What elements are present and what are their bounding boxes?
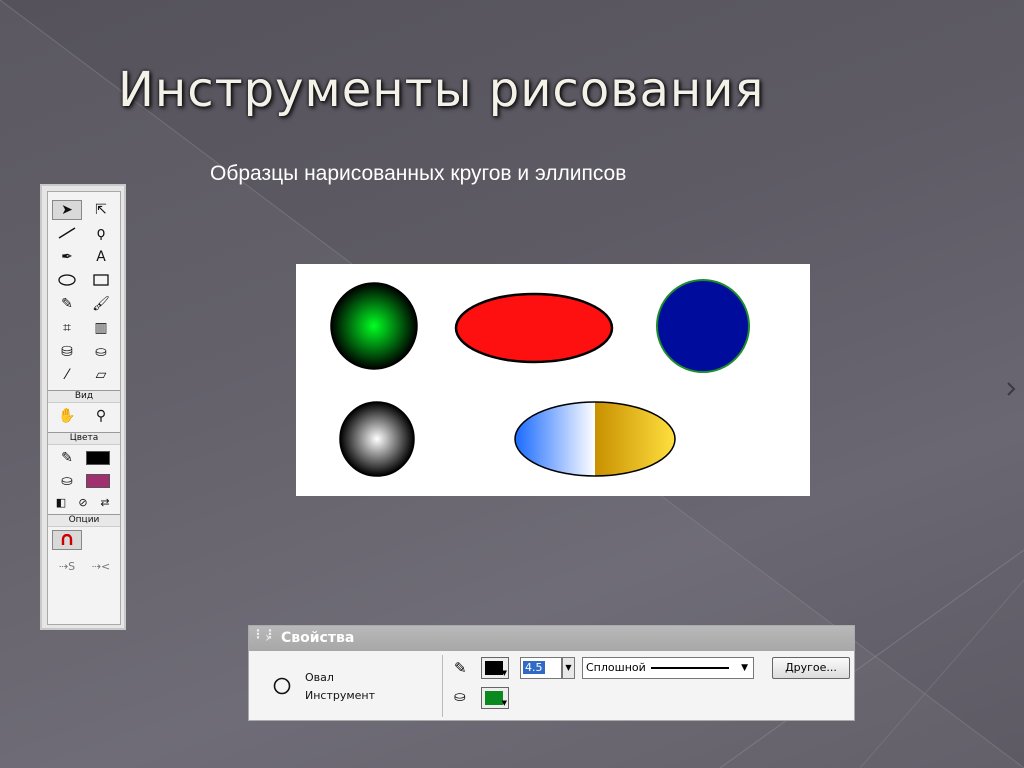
properties-title: Свойства [281, 630, 355, 646]
fill-color-swatch[interactable] [86, 474, 110, 488]
slide-title: Инструменты рисования [118, 62, 765, 118]
oval-shape-icon [273, 677, 291, 695]
fill-bucket-icon: ⛀ [61, 473, 73, 489]
properties-header[interactable]: ⋮⋮ › Свойства [249, 626, 854, 651]
fill-transform-icon[interactable]: ▥ [86, 318, 116, 338]
stroke-style-value: Сплошной [586, 661, 646, 674]
straighten-icon[interactable]: ⇢< [86, 556, 116, 576]
paint-bucket-icon[interactable]: ⛀ [86, 342, 116, 362]
colors-section-label: Цвета [48, 432, 120, 445]
ink-bottle-icon[interactable]: ⛁ [52, 342, 82, 362]
hand-icon[interactable]: ✋ [52, 406, 82, 426]
collapse-arrow-icon[interactable]: › [265, 626, 271, 651]
red-ellipse [454, 292, 614, 364]
pencil-icon[interactable]: ✎ [52, 294, 82, 314]
toolbox-panel: ➤ ⇱ ϙ ✒ A ✎ 🖌 ⌗ ▥ ⛁ ⛀ ⁄ ▱ Вид ✋ ⚲ Цвета … [40, 184, 126, 630]
fill-bucket-icon: ⛀ [454, 689, 466, 705]
green-radial-circle [330, 282, 418, 370]
options-section-label: Опции [48, 514, 120, 527]
slide-subtitle: Образцы нарисованных кругов и эллипсов [210, 162, 627, 185]
stroke-style-select[interactable]: Сплошной ▼ [582, 657, 754, 679]
zoom-icon[interactable]: ⚲ [86, 406, 116, 426]
stroke-style-preview [651, 667, 729, 669]
shape-type-label: Инструмент [305, 689, 376, 702]
stroke-width-dropdown-icon[interactable]: ▼ [562, 657, 575, 679]
rectangle-icon[interactable] [86, 270, 116, 290]
drag-grip-icon[interactable]: ⋮⋮ [252, 628, 276, 640]
snap-magnet-icon[interactable] [52, 530, 82, 550]
view-section-label: Вид [48, 390, 120, 403]
fill-color-picker[interactable]: ▼ [481, 687, 509, 709]
subselect-icon[interactable]: ⇱ [86, 200, 116, 220]
eraser-icon[interactable]: ▱ [86, 365, 116, 385]
next-slide-arrow-icon [1007, 382, 1016, 396]
lasso-icon[interactable]: ϙ [86, 223, 116, 243]
properties-body: Овал Инструмент ✎ ▼ ⛀ ▼ 4.5 ▼ Сплошной ▼… [249, 651, 854, 720]
text-icon[interactable]: A [86, 247, 116, 267]
drawing-canvas [296, 264, 810, 496]
smooth-icon[interactable]: ⇢S [52, 556, 82, 576]
no-color-icon[interactable]: ⊘ [72, 492, 94, 512]
line-icon[interactable] [52, 223, 82, 243]
free-transform-icon[interactable]: ⌗ [52, 318, 82, 338]
properties-panel: ⋮⋮ › Свойства Овал Инструмент ✎ ▼ ⛀ ▼ 4.… [248, 625, 855, 721]
toolbox-inner: ➤ ⇱ ϙ ✒ A ✎ 🖌 ⌗ ▥ ⛁ ⛀ ⁄ ▱ Вид ✋ ⚲ Цвета … [47, 191, 121, 625]
stroke-color-picker[interactable]: ▼ [481, 657, 509, 679]
brush-icon[interactable]: 🖌 [86, 294, 116, 314]
stroke-color-swatch[interactable] [86, 451, 110, 465]
stroke-pencil-icon: ✎ [454, 659, 467, 677]
custom-stroke-button[interactable]: Другое... [772, 657, 850, 679]
gray-radial-circle [339, 401, 415, 477]
panel-divider [442, 655, 443, 717]
shape-name-label: Овал [305, 671, 334, 684]
swap-colors-icon[interactable]: ⇄ [94, 492, 116, 512]
stroke-pencil-icon: ✎ [61, 450, 73, 466]
blue-white-gold-ellipse [514, 401, 676, 477]
eyedropper-icon[interactable]: ⁄ [52, 365, 82, 385]
oval-icon[interactable] [52, 270, 82, 290]
chevron-down-icon: ▼ [741, 663, 748, 673]
stroke-width-field[interactable]: 4.5 [520, 657, 562, 679]
blue-circle [656, 279, 750, 373]
black-white-icon[interactable]: ◧ [50, 492, 72, 512]
arrow-icon[interactable]: ➤ [52, 200, 82, 220]
pen-icon[interactable]: ✒ [52, 247, 82, 267]
